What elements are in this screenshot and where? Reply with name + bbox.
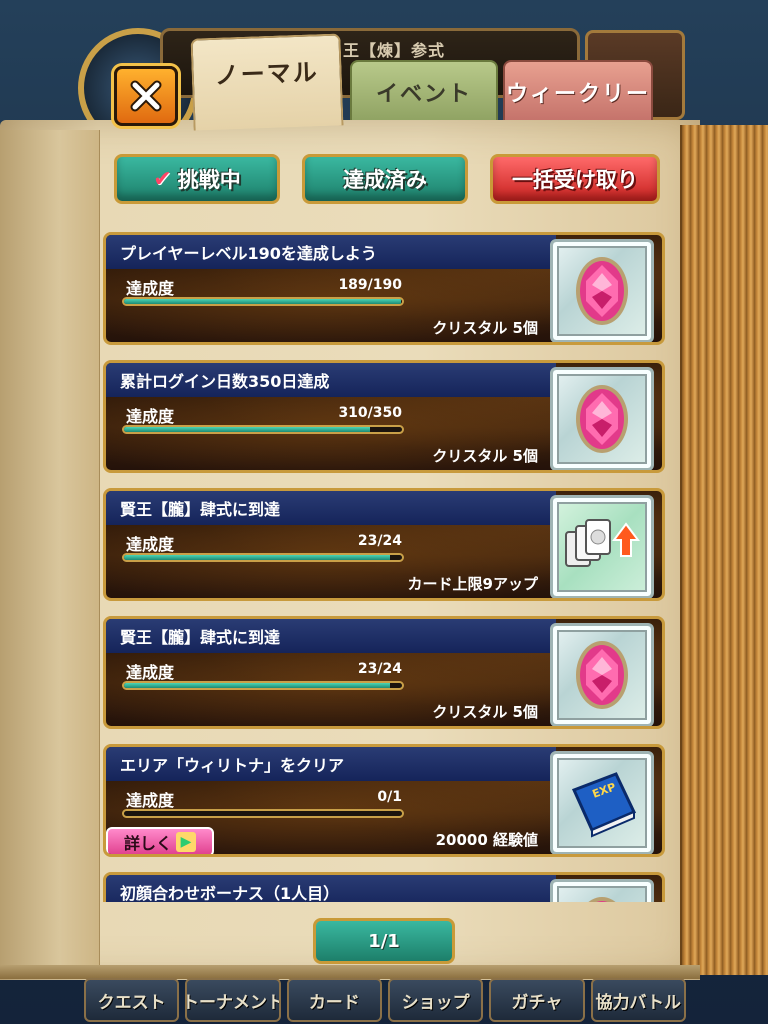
nav-gacha-label: ガチャ bbox=[511, 992, 563, 1013]
receive-all-label: 一括受け取り bbox=[512, 168, 638, 192]
crystal-icon bbox=[576, 385, 628, 453]
reward-frame[interactable] bbox=[550, 367, 654, 470]
nav-tournament[interactable]: トーナメント bbox=[185, 978, 281, 1022]
reward-frame[interactable]: EXP bbox=[550, 751, 654, 854]
page-indicator[interactable]: 1/1 bbox=[313, 918, 455, 964]
reward-text: カード上限9アップ bbox=[407, 575, 538, 593]
nav-gacha[interactable]: ガチャ bbox=[489, 978, 585, 1022]
reward-text: クリスタル 5個 bbox=[432, 703, 538, 721]
tab-event[interactable]: イベント bbox=[350, 60, 498, 124]
exp-book-icon: EXP bbox=[571, 772, 637, 838]
mission-card: 初顔合わせボーナス（1人目） bbox=[103, 872, 665, 902]
nav-quest[interactable]: クエスト bbox=[84, 978, 180, 1022]
reward-text: クリスタル 5個 bbox=[432, 319, 538, 337]
crystal-icon bbox=[576, 257, 628, 325]
mission-card: プレイヤーレベル190を達成しよう 達成度 189/190 クリスタル 5個 bbox=[103, 232, 665, 345]
play-arrow-icon: ▶ bbox=[176, 832, 196, 852]
filter-achieved-button[interactable]: 達成済み bbox=[302, 154, 468, 204]
reward-frame[interactable] bbox=[550, 495, 654, 598]
crystal-icon bbox=[588, 897, 616, 902]
reward-frame[interactable] bbox=[550, 879, 654, 902]
progress-label: 達成度 bbox=[126, 407, 175, 426]
filter-challenge-label: 挑戦中 bbox=[177, 168, 241, 192]
progress-bar bbox=[122, 425, 404, 434]
close-icon bbox=[130, 80, 162, 112]
progress-label: 達成度 bbox=[126, 663, 175, 682]
progress-bar bbox=[122, 809, 404, 818]
nav-shop[interactable]: ショップ bbox=[387, 978, 484, 1022]
reward-frame[interactable] bbox=[550, 239, 654, 342]
mission-card: エリア「ウィリトナ」をクリア 達成度 0/1 詳しく ▶ 20000 経験値 E… bbox=[103, 744, 665, 857]
nav-tournament-label: トーナメント bbox=[185, 992, 281, 1013]
nav-coop-battle[interactable]: 協力バトル bbox=[590, 978, 686, 1022]
mission-title: プレイヤーレベル190を達成しよう bbox=[120, 244, 377, 263]
mission-title-bar: 累計ログイン日数350日達成 bbox=[106, 363, 556, 397]
book-page-edges bbox=[680, 125, 768, 975]
nav-quest-label: クエスト bbox=[97, 992, 166, 1013]
progress-value: 189/190 bbox=[338, 277, 402, 293]
mission-card: 賢王【朧】肆式に到達 達成度 23/24 クリスタル 5個 bbox=[103, 616, 665, 729]
tab-normal-label: ノーマル bbox=[214, 58, 320, 90]
mission-title-bar: エリア「ウィリトナ」をクリア bbox=[106, 747, 556, 781]
filter-challenge-button[interactable]: ✔ 挑戦中 bbox=[114, 154, 280, 204]
mission-title-bar: 初顔合わせボーナス（1人目） bbox=[106, 875, 556, 902]
nav-shop-label: ショップ bbox=[401, 992, 470, 1013]
progress-fill bbox=[124, 555, 391, 560]
bottom-nav: クエスト トーナメント カード ショップ ガチャ 協力バトル bbox=[80, 976, 690, 1024]
progress-bar bbox=[122, 297, 404, 306]
detail-button[interactable]: 詳しく ▶ bbox=[106, 827, 214, 854]
page-indicator-label: 1/1 bbox=[368, 930, 400, 952]
progress-fill bbox=[124, 683, 391, 688]
progress-value: 310/350 bbox=[338, 405, 402, 421]
progress-value: 23/24 bbox=[357, 533, 402, 549]
nav-coop-battle-label: 協力バトル bbox=[595, 992, 682, 1013]
tab-event-label: イベント bbox=[375, 82, 472, 107]
progress-value: 0/1 bbox=[377, 789, 402, 805]
mission-card: 賢王【朧】肆式に到達 達成度 23/24 カード上限9アップ bbox=[103, 488, 665, 601]
progress-value: 23/24 bbox=[357, 661, 402, 677]
progress-fill bbox=[124, 299, 401, 304]
close-button[interactable] bbox=[114, 66, 178, 126]
receive-all-button[interactable]: 一括受け取り bbox=[490, 154, 660, 204]
crystal-icon bbox=[576, 641, 628, 709]
progress-fill bbox=[124, 427, 371, 432]
progress-bar bbox=[122, 681, 404, 690]
reward-frame[interactable] bbox=[550, 623, 654, 726]
mission-list[interactable]: プレイヤーレベル190を達成しよう 達成度 189/190 クリスタル 5個 累… bbox=[103, 232, 665, 902]
progress-label: 達成度 bbox=[126, 791, 175, 810]
reward-text: 20000 経験値 bbox=[435, 831, 538, 849]
mission-card: 累計ログイン日数350日達成 達成度 310/350 クリスタル 5個 bbox=[103, 360, 665, 473]
tab-weekly[interactable]: ウィークリー bbox=[503, 60, 653, 124]
tab-normal[interactable]: ノーマル bbox=[190, 33, 344, 131]
progress-bar bbox=[122, 553, 404, 562]
mission-title-bar: 賢王【朧】肆式に到達 bbox=[106, 491, 556, 525]
mission-title: エリア「ウィリトナ」をクリア bbox=[120, 756, 345, 775]
mission-title-bar: 賢王【朧】肆式に到達 bbox=[106, 619, 556, 653]
progress-label: 達成度 bbox=[126, 279, 175, 298]
header-title: 王【煉】参式 bbox=[343, 41, 446, 60]
nav-card-label: カード bbox=[308, 992, 360, 1013]
mission-title: 累計ログイン日数350日達成 bbox=[120, 372, 330, 391]
progress-label: 達成度 bbox=[126, 535, 175, 554]
mission-title-bar: プレイヤーレベル190を達成しよう bbox=[106, 235, 556, 269]
card-limit-up-icon bbox=[565, 519, 640, 567]
checkmark-icon: ✔ bbox=[153, 166, 172, 192]
mission-title: 賢王【朧】肆式に到達 bbox=[120, 500, 281, 519]
filter-achieved-label: 達成済み bbox=[343, 168, 427, 192]
tab-weekly-label: ウィークリー bbox=[505, 82, 650, 107]
detail-label: 詳しく bbox=[123, 834, 172, 853]
book-left-page bbox=[0, 130, 100, 970]
mission-title: 賢王【朧】肆式に到達 bbox=[120, 628, 281, 647]
mission-title: 初顔合わせボーナス（1人目） bbox=[120, 884, 340, 902]
reward-text: クリスタル 5個 bbox=[432, 447, 538, 465]
nav-card[interactable]: カード bbox=[286, 978, 382, 1022]
